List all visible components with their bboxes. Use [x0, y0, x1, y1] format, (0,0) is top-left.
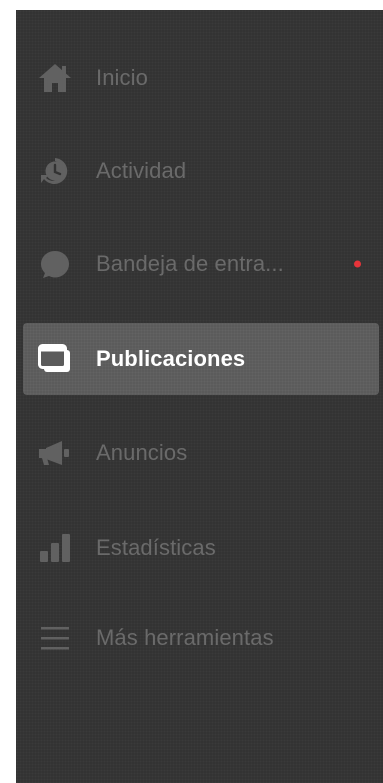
bar-chart-icon [37, 530, 73, 566]
sidebar-item-anuncios[interactable]: Anuncios [23, 425, 379, 481]
sidebar-item-bandeja[interactable]: Bandeja de entra... [23, 236, 379, 292]
sidebar-nav: Inicio Actividad Bandeja de entra... Pub… [16, 10, 383, 783]
sidebar-item-publicaciones[interactable]: Publicaciones [23, 323, 379, 395]
sidebar-item-label: Bandeja de entra... [96, 251, 284, 276]
sidebar-item-label: Actividad [96, 158, 187, 183]
sidebar-item-label: Estadísticas [96, 535, 216, 560]
sidebar-item-label: Anuncios [96, 440, 188, 465]
notification-dot [354, 260, 361, 268]
megaphone-icon [37, 435, 73, 471]
home-icon [37, 60, 73, 96]
sidebar-item-estadisticas[interactable]: Estadísticas [23, 520, 379, 576]
chat-bubble-icon [37, 246, 73, 282]
sidebar-item-label: Publicaciones [96, 346, 246, 371]
sidebar-item-mas-herramientas[interactable]: Más herramientas [23, 610, 379, 666]
menu-lines-icon [37, 620, 73, 656]
activity-clock-icon [37, 153, 73, 189]
posts-icon [37, 341, 73, 377]
sidebar-item-inicio[interactable]: Inicio [23, 50, 379, 106]
sidebar-item-label: Más herramientas [96, 625, 274, 650]
sidebar-item-label: Inicio [96, 65, 148, 90]
sidebar-item-actividad[interactable]: Actividad [23, 143, 379, 199]
